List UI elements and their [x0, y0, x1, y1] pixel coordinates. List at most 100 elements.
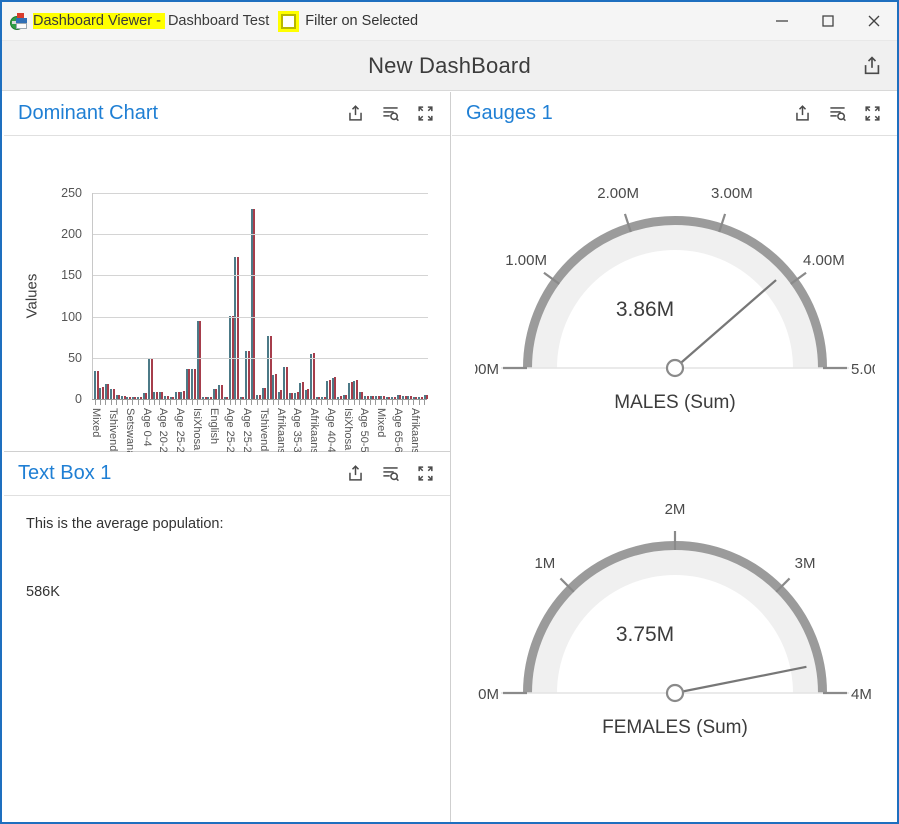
text-box-line-2: 586K	[26, 584, 60, 600]
chart-y-axis-ticks: 0 50 100 150 200 250	[48, 136, 88, 452]
filter-on-selected-label: Filter on Selected	[305, 13, 419, 29]
gauge-tick-label: 3.00M	[711, 185, 753, 202]
chart-x-tick	[299, 400, 301, 405]
filter-search-icon[interactable]	[379, 463, 401, 485]
chart-bar	[96, 370, 99, 399]
chart-bar	[188, 369, 191, 399]
close-button[interactable]	[851, 2, 897, 41]
chart-bar	[156, 391, 159, 399]
chart-gridline	[93, 357, 428, 359]
chart-bar	[220, 385, 223, 399]
export-icon[interactable]	[344, 463, 366, 485]
chart-bar	[285, 366, 288, 399]
chart-x-tick	[99, 400, 101, 405]
chart-x-tick	[126, 400, 128, 405]
panel-tools	[344, 463, 436, 485]
chart-gridline	[93, 193, 428, 194]
chart-x-tick	[267, 400, 269, 405]
chart-y-tick-label: 200	[61, 227, 82, 242]
chart-y-tick-label: 100	[61, 309, 82, 324]
chart-gridline	[93, 234, 428, 236]
minimize-button[interactable]	[759, 2, 805, 41]
chart-x-tick-label: Afrikaans	[308, 408, 321, 454]
chart-x-tick	[234, 400, 236, 405]
dashboard-body: Dominant Chart Values 0 50 100 150 200 2…	[4, 92, 897, 822]
chart-x-tick	[424, 400, 426, 405]
gauge-tick-label: 3M	[794, 555, 815, 572]
chart-x-tick	[224, 400, 226, 405]
chart-x-tick	[397, 400, 399, 405]
panel-tools	[791, 103, 883, 125]
chart-x-tick	[332, 400, 334, 405]
expand-icon[interactable]	[414, 463, 436, 485]
maximize-button[interactable]	[805, 2, 851, 41]
chart-x-tick	[278, 400, 280, 405]
gauge-caption: FEMALES (Sum)	[602, 717, 748, 738]
chart-x-tick	[407, 400, 409, 405]
chart-x-tick-label: Tshivenda	[257, 408, 270, 458]
chart-x-tick	[262, 400, 263, 405]
chart-bar	[150, 358, 153, 399]
filter-search-icon[interactable]	[379, 103, 401, 125]
app-name-label: Dashboard Viewer	[33, 13, 153, 29]
expand-icon[interactable]	[861, 103, 883, 125]
chart-x-tick-label: IsiXhosa	[341, 408, 354, 451]
dashboard-app-icon	[10, 13, 28, 30]
chart-bar	[199, 320, 202, 399]
chart-x-tick	[191, 400, 193, 405]
chart-bar	[280, 389, 283, 399]
chart-x-tick	[202, 400, 204, 405]
chart-bar	[328, 380, 331, 399]
panel-tools	[344, 103, 436, 125]
text-box-line-1: This is the average population:	[26, 516, 224, 532]
chart-x-tick	[305, 400, 307, 405]
chart-y-tick-label: 150	[61, 268, 82, 283]
gauge-value-label: 3.75M	[615, 623, 673, 646]
chart-x-tick	[294, 400, 296, 405]
chart-plot-area	[92, 193, 429, 399]
chart-bar	[183, 390, 186, 399]
chart-bar	[307, 389, 310, 399]
chart-bar	[107, 384, 110, 399]
chart-x-tick	[213, 400, 215, 405]
gauge-tick-label: 5.00M	[851, 361, 875, 378]
panel-title-dominant-chart: Dominant Chart	[18, 102, 159, 124]
text-box-content: This is the average population: 586K	[4, 496, 450, 620]
chart-x-tick	[159, 400, 161, 405]
export-icon[interactable]	[859, 53, 885, 79]
chart-x-tick	[170, 400, 172, 405]
export-icon[interactable]	[344, 103, 366, 125]
chart-x-tick-label: Mixed	[375, 408, 388, 438]
gauge-tick-label: 2.00M	[597, 185, 639, 202]
chart-x-tick-label: Mixed	[90, 408, 103, 438]
chart-x-tick	[251, 400, 253, 405]
filter-search-icon[interactable]	[826, 103, 848, 125]
chart-x-tick	[359, 400, 361, 405]
chart-x-tick-label: Setswana	[123, 408, 136, 457]
checkbox-box[interactable]	[278, 10, 300, 32]
chart-x-tick	[364, 400, 366, 405]
page-title: New DashBoard	[368, 52, 531, 78]
chart-x-tick	[256, 400, 258, 405]
chart-bar	[334, 376, 337, 399]
chart-bar	[350, 381, 353, 399]
chart-bar	[361, 391, 364, 399]
chart-x-tick	[197, 400, 199, 405]
chart-x-tick-label: Afrikaans	[274, 408, 287, 454]
chart-x-tick	[180, 400, 182, 405]
chart-x-tick	[402, 400, 404, 405]
chart-x-tick-label: Tshivenda	[107, 408, 120, 458]
chart-x-tick	[153, 400, 155, 405]
chart-x-tick	[348, 400, 350, 405]
chart-x-tick	[413, 400, 415, 405]
expand-icon[interactable]	[414, 103, 436, 125]
chart-x-tick	[316, 400, 318, 405]
dashboard-viewer-window: Dashboard Viewer - Dashboard Test Filter…	[0, 0, 899, 824]
gauge-tick-label: 0M	[478, 686, 499, 703]
export-icon[interactable]	[791, 103, 813, 125]
filter-on-selected-checkbox[interactable]: Filter on Selected	[278, 10, 419, 32]
chart-x-tick	[370, 400, 372, 405]
chart-bar	[253, 208, 256, 399]
chart-x-tick	[132, 400, 134, 405]
chart-bar	[274, 374, 277, 399]
